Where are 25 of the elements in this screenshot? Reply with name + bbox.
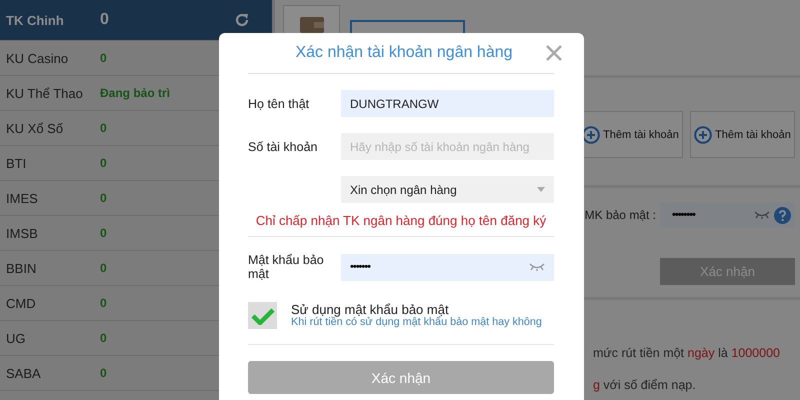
eye-closed-icon[interactable] (754, 210, 770, 220)
plus-circle-icon (694, 126, 712, 144)
note-text: g với số điểm nạp. (593, 378, 697, 392)
add-account-button[interactable]: Thêm tài khoản (690, 111, 795, 158)
note-text: mức rút tiền một ngày là 1000000 (593, 346, 781, 360)
eye-closed-icon[interactable] (529, 262, 545, 272)
input-field[interactable]: Hãy nhập số tài khoản ngân hàng (341, 133, 554, 160)
help-icon[interactable] (774, 206, 791, 224)
wallet-icon (298, 16, 324, 34)
close-icon (546, 45, 562, 61)
checkbox[interactable] (248, 302, 277, 329)
field-label: MK bảo mật : (584, 208, 656, 222)
checkbox-hint: Khi rút tiền có sử dụng mật khẩu bảo mật hay không (291, 316, 542, 328)
password-field[interactable]: ••••••• (341, 254, 554, 280)
caret-icon (537, 187, 545, 192)
bank-dropdown[interactable]: Xin chọn ngân hàng (341, 176, 554, 203)
modal-title: Xác nhận tài khoản ngân hàng (294, 44, 514, 62)
check-icon (250, 306, 274, 324)
refresh-icon[interactable] (234, 12, 250, 28)
password-field[interactable]: •••••••• (660, 202, 795, 228)
sidebar-item[interactable]: TK Chinh 0 (0, 0, 272, 41)
close-button[interactable] (546, 45, 562, 61)
notice-text: Chỉ chấp nhận TK ngân hàng đúng họ tên đăng ký (248, 213, 554, 237)
input-field[interactable]: DUNGTRANGW (341, 90, 554, 117)
checkbox-label: Sử dụng mật khẩu bảo mật (291, 302, 450, 316)
